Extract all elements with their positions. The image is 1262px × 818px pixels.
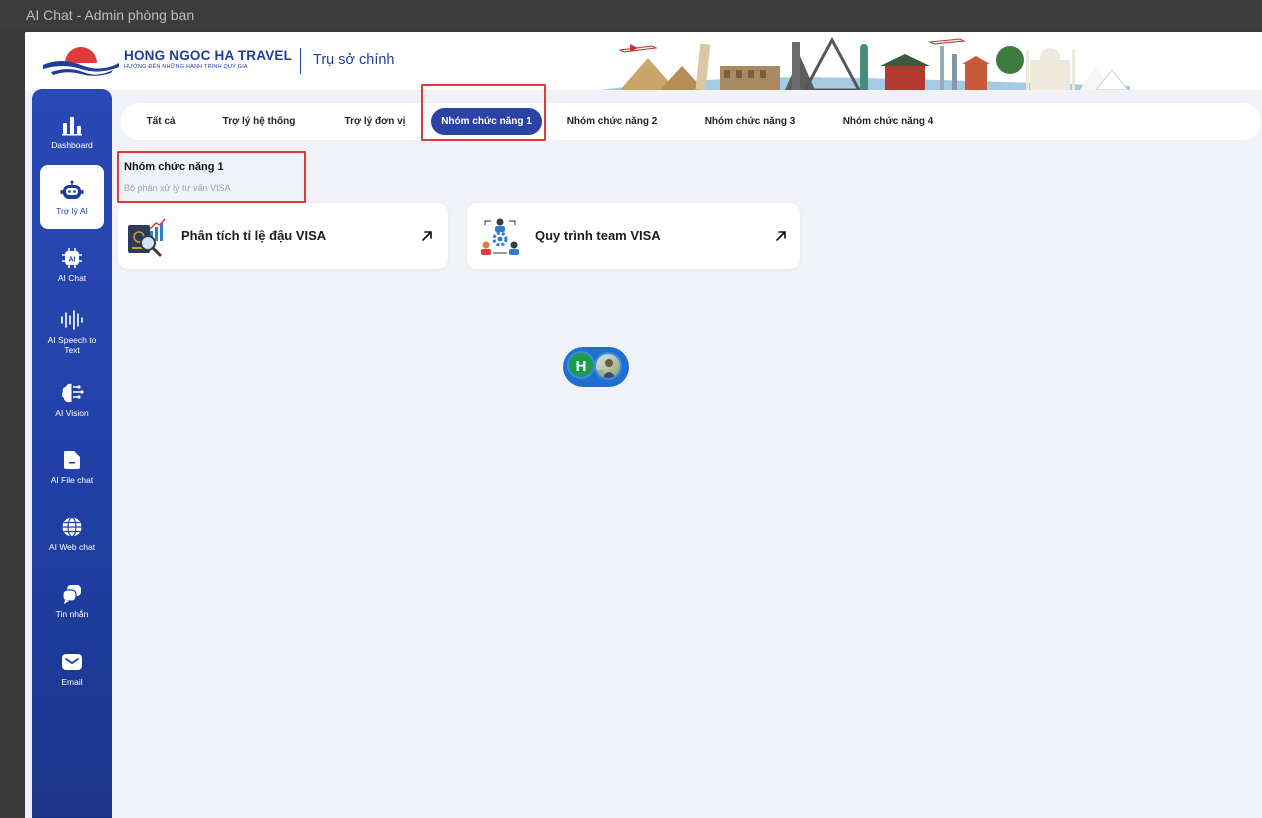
team-process-icon bbox=[481, 218, 519, 255]
tab-function-group-1[interactable]: Nhóm chức năng 1 bbox=[431, 108, 542, 135]
brand-slogan: HƯỚNG ĐẾN NHỮNG HÀNH TRÌNH QUÝ GIÁ bbox=[124, 64, 248, 70]
brand-name: HONG NGOC HA TRAVEL bbox=[124, 48, 293, 63]
sidebar-item-label: Email bbox=[61, 676, 83, 687]
arrow-up-right-icon[interactable] bbox=[420, 229, 434, 243]
robot-icon bbox=[60, 179, 84, 203]
file-icon bbox=[60, 448, 84, 472]
sidebar-item-label: AI Vision bbox=[55, 407, 89, 418]
sidebar-item-email[interactable]: Email bbox=[40, 636, 104, 700]
sidebar-item-label: AI File chat bbox=[50, 474, 94, 485]
sidebar: Dashboard Trợ lý AI AI AI Chat AI Speech… bbox=[32, 89, 112, 818]
avatar-photo bbox=[594, 352, 622, 380]
branch-name: Trụ sở chính bbox=[313, 52, 395, 68]
window-title: AI Chat - Admin phòng ban bbox=[0, 0, 1262, 30]
bar-chart-icon bbox=[60, 113, 84, 137]
sidebar-item-label: AI Web chat bbox=[48, 541, 96, 552]
sidebar-item-label: Trợ lý AI bbox=[56, 205, 88, 216]
svg-text:AI: AI bbox=[69, 256, 76, 263]
arrow-up-right-icon[interactable] bbox=[774, 229, 788, 243]
globe-icon bbox=[60, 515, 84, 539]
top-header: HONG NGOC HA TRAVEL HƯỚNG ĐẾN NHỮNG HÀNH… bbox=[25, 32, 1262, 90]
ai-chip-icon: AI bbox=[60, 246, 84, 270]
sidebar-item-ai-web-chat[interactable]: AI Web chat bbox=[40, 501, 104, 565]
brand-divider bbox=[300, 48, 301, 74]
brain-icon bbox=[60, 381, 84, 405]
sidebar-item-ai-speech-to-text[interactable]: AI Speech to Text bbox=[40, 299, 104, 363]
tab-function-group-2[interactable]: Nhóm chức năng 2 bbox=[557, 108, 667, 135]
passport-analysis-icon bbox=[128, 218, 166, 257]
sidebar-item-label: AI Chat bbox=[57, 272, 87, 283]
sound-wave-icon bbox=[60, 308, 84, 332]
sidebar-item-label-line2: Text bbox=[64, 344, 80, 355]
floating-avatar-widget[interactable]: H bbox=[563, 347, 629, 387]
sidebar-item-ai-vision[interactable]: AI Vision bbox=[40, 367, 104, 431]
tab-system-assistant[interactable]: Trợ lý hệ thống bbox=[209, 108, 309, 135]
sidebar-item-ai-file-chat[interactable]: AI File chat bbox=[40, 434, 104, 498]
highlight-box-group bbox=[117, 151, 306, 203]
group-title: Nhóm chức năng 1 bbox=[124, 161, 224, 173]
assistant-card-visa-team-process[interactable]: Quy trình team VISA bbox=[467, 203, 800, 269]
category-tabs: Tất cả Trợ lý hệ thống Trợ lý đơn vị Nhó… bbox=[121, 103, 1261, 140]
chat-bubbles-icon bbox=[60, 582, 84, 606]
sidebar-item-messages[interactable]: Tin nhắn bbox=[40, 568, 104, 632]
sidebar-item-label: Tin nhắn bbox=[55, 608, 89, 619]
brand: HONG NGOC HA TRAVEL HƯỚNG ĐẾN NHỮNG HÀNH… bbox=[124, 48, 292, 70]
tab-unit-assistant[interactable]: Trợ lý đơn vị bbox=[329, 108, 421, 135]
avatar: H bbox=[567, 351, 595, 379]
sidebar-item-dashboard[interactable]: Dashboard bbox=[40, 99, 104, 163]
assistant-card-visa-analysis[interactable]: Phân tích tỉ lệ đậu VISA bbox=[118, 203, 448, 269]
tab-all[interactable]: Tất cả bbox=[129, 108, 193, 135]
card-title: Phân tích tỉ lệ đậu VISA bbox=[181, 228, 327, 243]
tab-function-group-3[interactable]: Nhóm chức năng 3 bbox=[695, 108, 805, 135]
tab-function-group-4[interactable]: Nhóm chức năng 4 bbox=[833, 108, 943, 135]
sidebar-item-ai-chat[interactable]: AI AI Chat bbox=[40, 232, 104, 296]
sidebar-item-label: AI Speech to bbox=[47, 334, 97, 345]
brand-logo bbox=[43, 47, 119, 76]
mail-icon bbox=[60, 650, 84, 674]
group-subtitle: Bộ phận xử lý tư vấn VISA bbox=[124, 183, 231, 193]
world-landmarks-banner bbox=[600, 36, 1130, 90]
card-title: Quy trình team VISA bbox=[535, 228, 661, 243]
sidebar-item-label: Dashboard bbox=[51, 139, 93, 150]
sidebar-item-ai-assistant[interactable]: Trợ lý AI bbox=[40, 165, 104, 229]
app-window: HONG NGOC HA TRAVEL HƯỚNG ĐẾN NHỮNG HÀNH… bbox=[25, 32, 1262, 818]
